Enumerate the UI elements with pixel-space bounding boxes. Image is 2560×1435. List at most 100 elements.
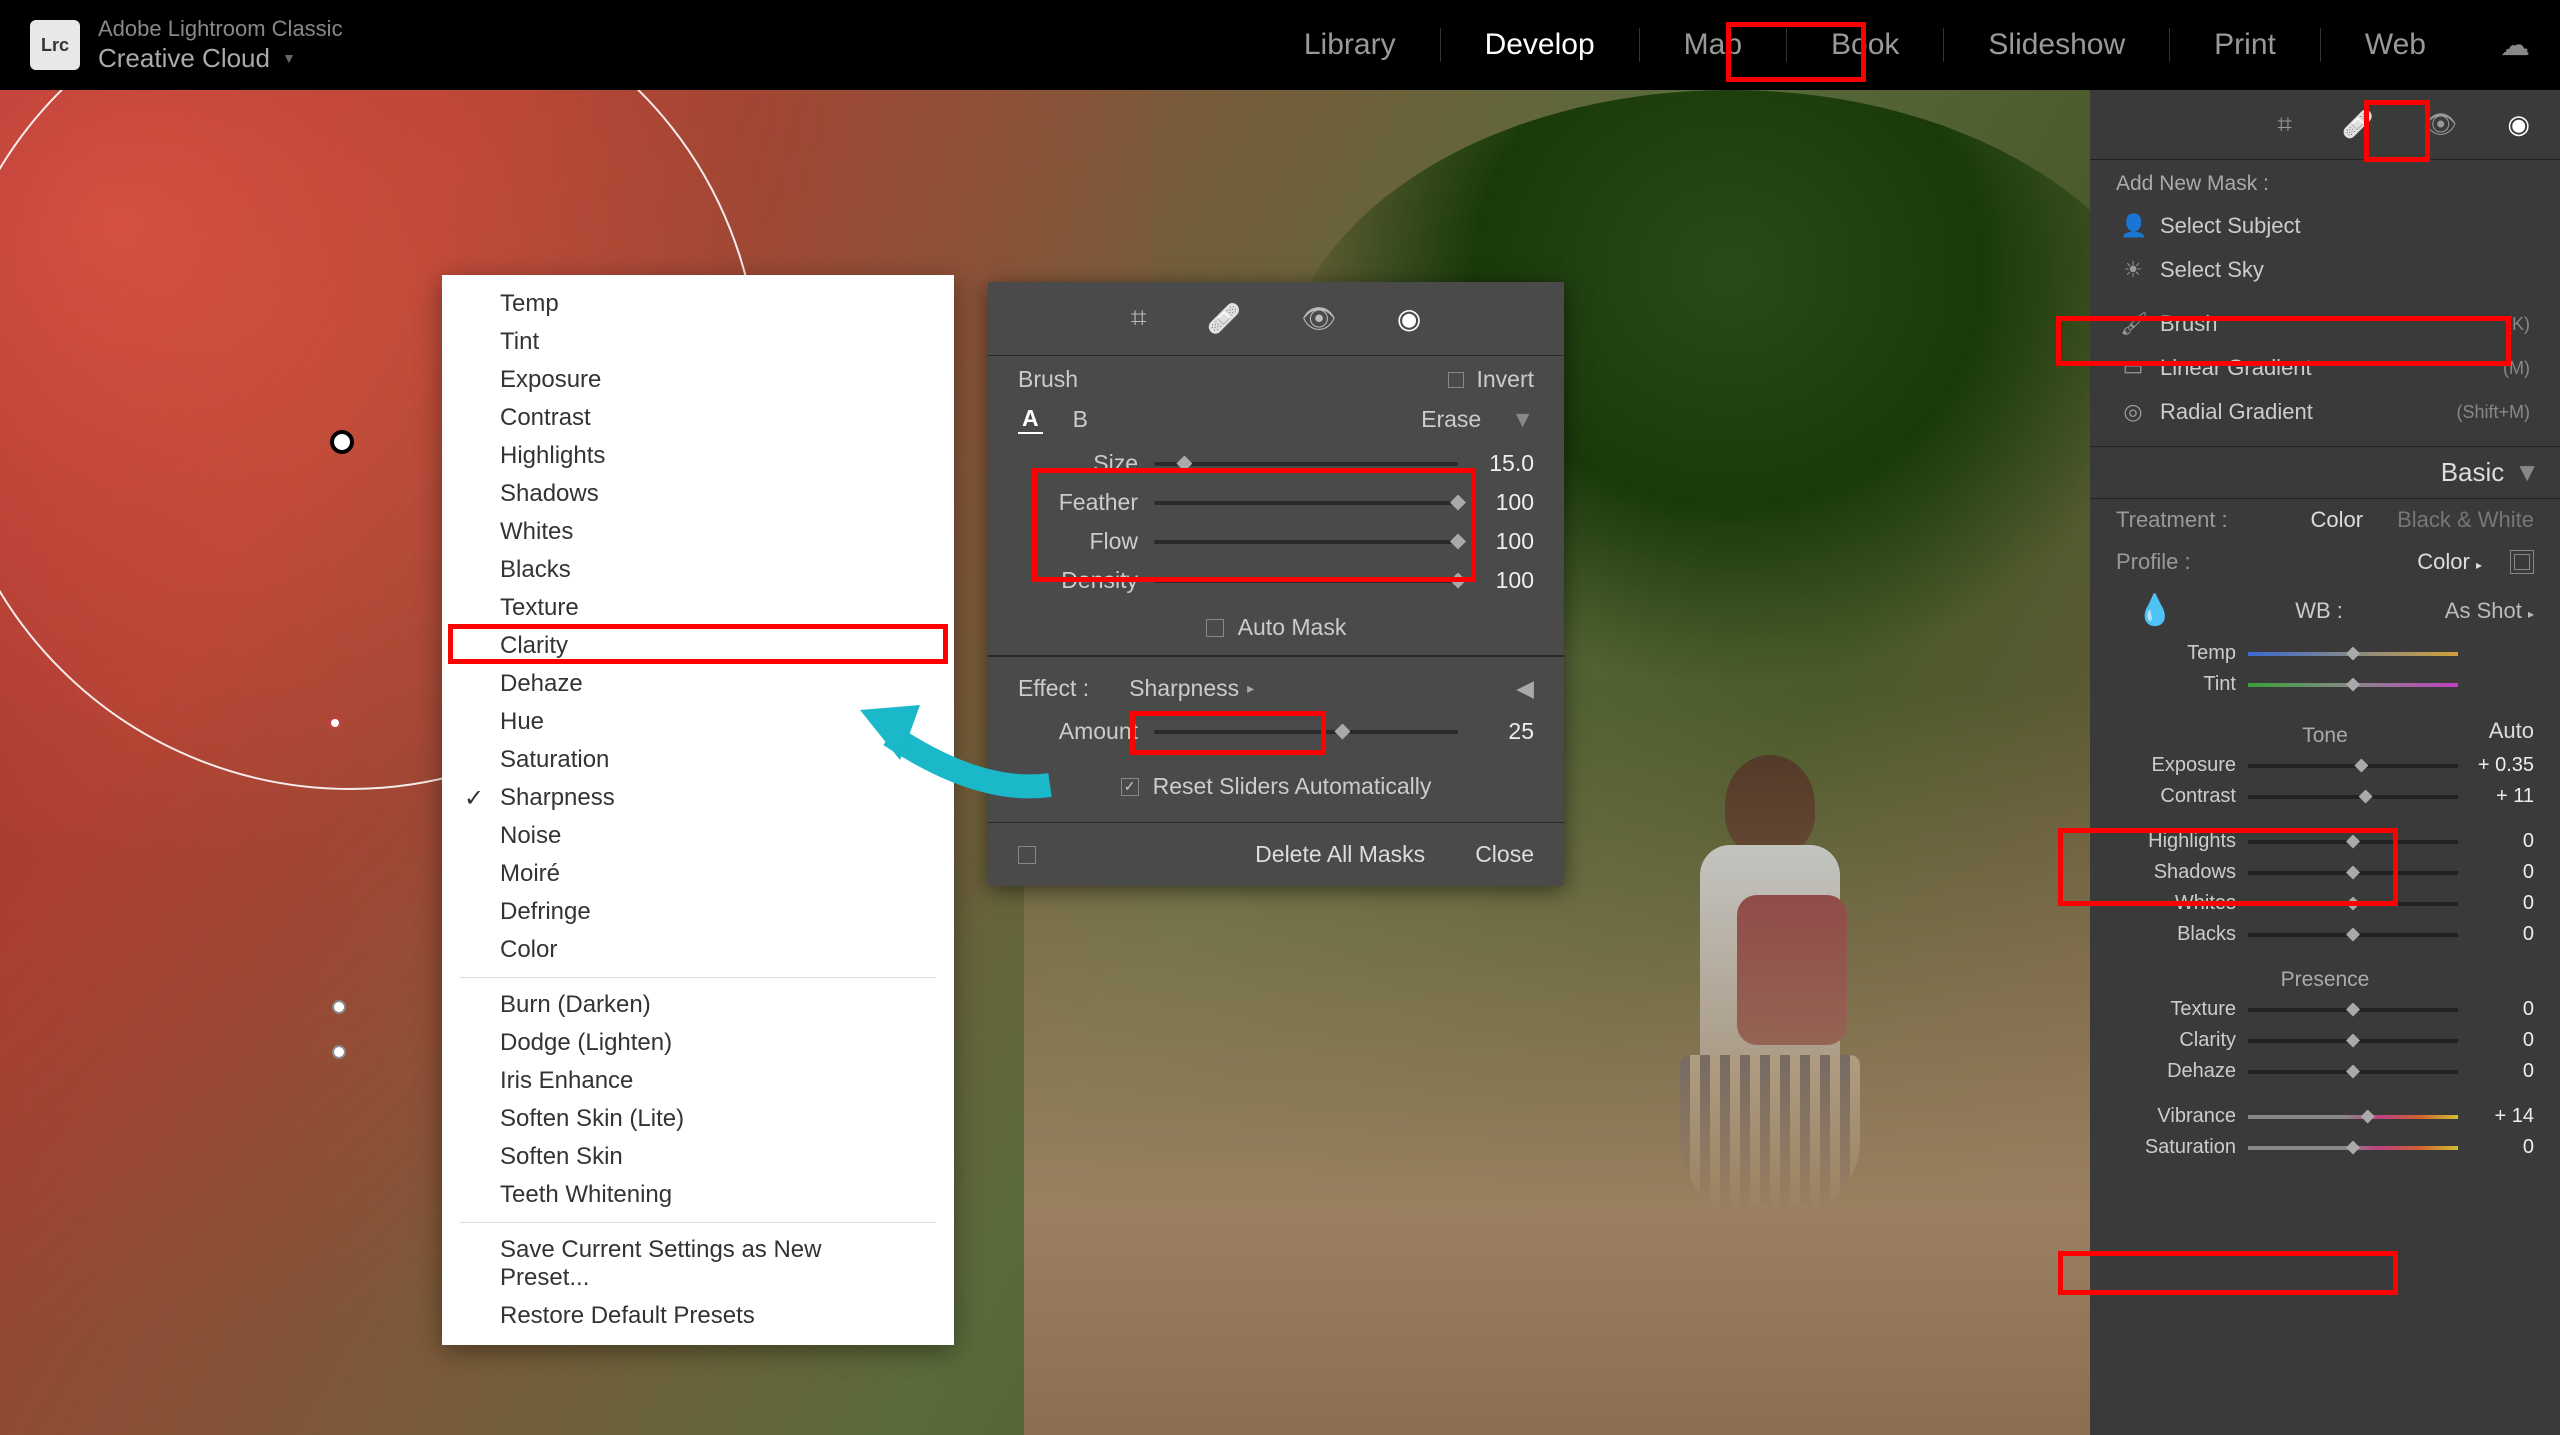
menu-item-shadows[interactable]: Shadows — [442, 475, 954, 513]
vibrance-value[interactable]: + 14 — [2470, 1105, 2534, 1128]
close-button[interactable]: Close — [1475, 841, 1534, 868]
menu-item-contrast[interactable]: Contrast — [442, 399, 954, 437]
saturation-slider[interactable] — [2248, 1146, 2458, 1150]
brush-tab-b[interactable]: B — [1073, 406, 1088, 433]
shadows-value[interactable]: 0 — [2470, 861, 2534, 884]
menu-item-whites[interactable]: Whites — [442, 513, 954, 551]
mask-edge-handle[interactable] — [328, 716, 342, 730]
menu-item-softenskin-lite[interactable]: Soften Skin (Lite) — [442, 1100, 954, 1138]
invert-checkbox[interactable] — [1448, 372, 1464, 388]
mask-pin[interactable] — [332, 1000, 346, 1014]
chevron-down-icon[interactable]: ▼ — [1511, 406, 1534, 433]
heal-icon[interactable]: 🩹 — [2342, 109, 2374, 140]
mask-select-sky[interactable]: ☀Select Sky — [2116, 248, 2534, 292]
tint-slider[interactable] — [2248, 683, 2458, 687]
treatment-bw[interactable]: Black & White — [2397, 507, 2534, 533]
module-library[interactable]: Library — [1296, 18, 1404, 72]
menu-item-noise[interactable]: Noise — [442, 817, 954, 855]
dehaze-value[interactable]: 0 — [2470, 1060, 2534, 1083]
contrast-slider[interactable] — [2248, 795, 2458, 799]
mask-brush[interactable]: 🖌Brush(K) — [2116, 302, 2534, 346]
menu-item-dodge[interactable]: Dodge (Lighten) — [442, 1024, 954, 1062]
shadows-slider[interactable] — [2248, 871, 2458, 875]
mask-pin[interactable] — [332, 1045, 346, 1059]
exposure-slider[interactable] — [2248, 764, 2458, 768]
module-develop[interactable]: Develop — [1477, 18, 1603, 72]
crop-icon[interactable]: ⌗ — [1131, 302, 1147, 335]
masking-icon[interactable]: ◉ — [2507, 109, 2530, 140]
menu-item-temp[interactable]: Temp — [442, 285, 954, 323]
masking-icon[interactable]: ◉ — [1397, 302, 1421, 335]
collapse-icon[interactable]: ◀ — [1516, 675, 1534, 702]
automask-checkbox[interactable] — [1206, 619, 1224, 637]
highlights-slider[interactable] — [2248, 840, 2458, 844]
density-value[interactable]: 100 — [1474, 567, 1534, 594]
reset-auto-checkbox[interactable]: ✓ — [1121, 778, 1139, 796]
module-map[interactable]: Map — [1676, 18, 1750, 72]
mask-pin[interactable] — [330, 430, 354, 454]
module-print[interactable]: Print — [2206, 18, 2284, 72]
profile-browser-icon[interactable] — [2510, 550, 2534, 574]
redeye-icon[interactable]: 👁 — [1301, 302, 1337, 335]
mask-select-subject[interactable]: 👤Select Subject — [2116, 204, 2534, 248]
texture-slider[interactable] — [2248, 1008, 2458, 1012]
wb-value[interactable]: As Shot ▸ — [2445, 598, 2534, 624]
mask-linear-gradient[interactable]: ▭Linear Gradient(M) — [2116, 346, 2534, 390]
menu-item-burn[interactable]: Burn (Darken) — [442, 986, 954, 1024]
redeye-icon[interactable]: 👁 — [2424, 109, 2457, 140]
amount-slider[interactable] — [1154, 730, 1458, 734]
heal-icon[interactable]: 🩹 — [1206, 302, 1241, 335]
saturation-value[interactable]: 0 — [2470, 1136, 2534, 1159]
highlights-value[interactable]: 0 — [2470, 830, 2534, 853]
crop-icon[interactable]: ⌗ — [2277, 109, 2292, 141]
menu-item-softenskin[interactable]: Soften Skin — [442, 1138, 954, 1176]
module-web[interactable]: Web — [2357, 18, 2434, 72]
size-value[interactable]: 15.0 — [1474, 450, 1534, 477]
menu-item-save-preset[interactable]: Save Current Settings as New Preset... — [442, 1231, 954, 1297]
eyedropper-icon[interactable]: 💧 — [2116, 593, 2193, 628]
whites-value[interactable]: 0 — [2470, 892, 2534, 915]
feather-slider[interactable] — [1154, 501, 1458, 505]
exposure-value[interactable]: + 0.35 — [2470, 754, 2534, 777]
brush-tab-a[interactable]: A — [1018, 405, 1043, 434]
flow-slider[interactable] — [1154, 540, 1458, 544]
clarity-slider[interactable] — [2248, 1039, 2458, 1043]
whites-slider[interactable] — [2248, 902, 2458, 906]
contrast-value[interactable]: + 11 — [2470, 785, 2534, 808]
menu-item-clarity[interactable]: Clarity — [442, 627, 954, 665]
vibrance-slider[interactable] — [2248, 1115, 2458, 1119]
blacks-value[interactable]: 0 — [2470, 923, 2534, 946]
effect-dropdown[interactable]: Sharpness▸ — [1129, 675, 1254, 702]
menu-item-defringe[interactable]: Defringe — [442, 893, 954, 931]
mask-radial-gradient[interactable]: ◎Radial Gradient(Shift+M) — [2116, 390, 2534, 434]
density-slider[interactable] — [1154, 579, 1458, 583]
menu-item-blacks[interactable]: Blacks — [442, 551, 954, 589]
brush-erase[interactable]: Erase — [1421, 406, 1481, 433]
menu-item-tint[interactable]: Tint — [442, 323, 954, 361]
chevron-down-icon[interactable]: ▼ — [282, 50, 296, 67]
menu-item-iris[interactable]: Iris Enhance — [442, 1062, 954, 1100]
menu-item-restore-presets[interactable]: Restore Default Presets — [442, 1297, 954, 1335]
size-slider[interactable] — [1154, 462, 1458, 466]
dehaze-slider[interactable] — [2248, 1070, 2458, 1074]
flow-value[interactable]: 100 — [1474, 528, 1534, 555]
cloud-sync-icon[interactable]: ☁ — [2500, 28, 2530, 63]
menu-item-teeth[interactable]: Teeth Whitening — [442, 1176, 954, 1214]
amount-value[interactable]: 25 — [1474, 718, 1534, 745]
temp-slider[interactable] — [2248, 652, 2458, 656]
treatment-color[interactable]: Color — [2310, 507, 2363, 533]
blacks-slider[interactable] — [2248, 933, 2458, 937]
menu-item-color[interactable]: Color — [442, 931, 954, 969]
menu-item-texture[interactable]: Texture — [442, 589, 954, 627]
module-book[interactable]: Book — [1823, 18, 1907, 72]
profile-value[interactable]: Color ▸ — [2417, 549, 2482, 575]
menu-item-moire[interactable]: Moiré — [442, 855, 954, 893]
toggle-switch[interactable] — [1018, 846, 1036, 864]
basic-panel-header[interactable]: Basic▼ — [2090, 446, 2560, 499]
texture-value[interactable]: 0 — [2470, 998, 2534, 1021]
clarity-value[interactable]: 0 — [2470, 1029, 2534, 1052]
delete-masks-button[interactable]: Delete All Masks — [1255, 841, 1425, 868]
feather-value[interactable]: 100 — [1474, 489, 1534, 516]
menu-item-exposure[interactable]: Exposure — [442, 361, 954, 399]
menu-item-highlights[interactable]: Highlights — [442, 437, 954, 475]
